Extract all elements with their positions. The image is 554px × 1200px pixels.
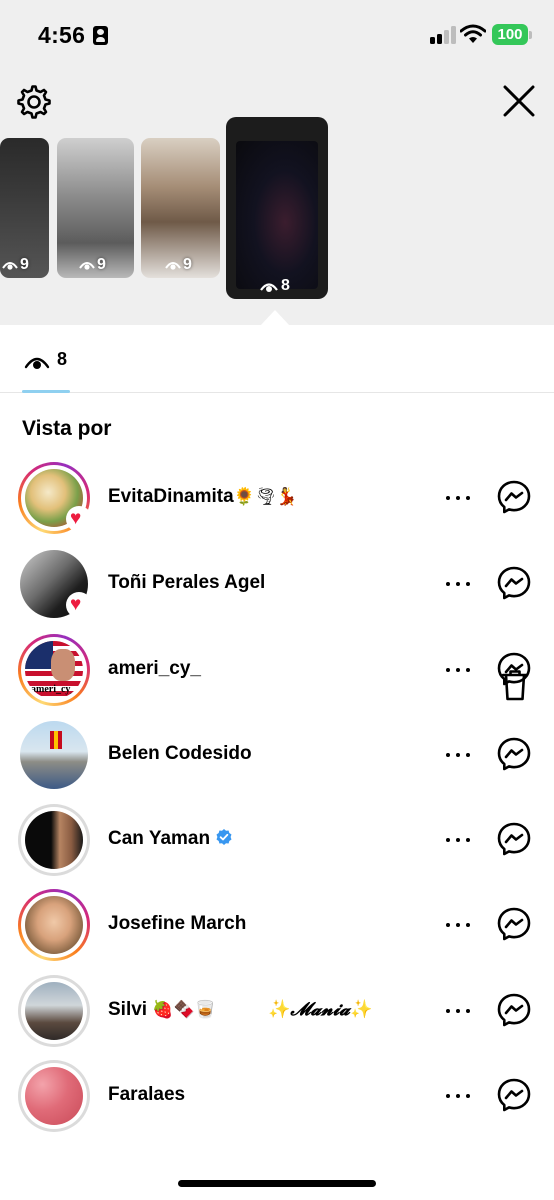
viewer-row[interactable]: Josefine March <box>0 889 554 973</box>
avatar[interactable] <box>18 1060 90 1132</box>
battery-tip <box>529 31 532 39</box>
story-thumbnail[interactable]: 9 <box>141 138 220 278</box>
viewer-row[interactable]: EvitaDinamita🌻🌪💃 <box>0 462 554 992</box>
more-options-button[interactable] <box>444 486 472 510</box>
eye-icon <box>24 357 50 369</box>
messenger-icon[interactable] <box>497 480 531 514</box>
more-options-button[interactable] <box>444 658 472 682</box>
viewer-row[interactable]: Can Yaman <box>0 804 554 888</box>
heart-icon: ♥ <box>70 508 82 529</box>
viewers-count: 8 <box>57 349 68 369</box>
name-emoji: 🍓🍫🥃 <box>152 1000 216 1020</box>
viewer-row[interactable]: Faralaes <box>0 1060 554 1144</box>
tab-viewers[interactable]: 8 <box>20 325 78 393</box>
viewer-name[interactable]: Can Yaman <box>108 828 232 850</box>
name-emoji: 🌻🌪💃 <box>233 487 298 507</box>
viewer-row[interactable]: Silvi 🍓🍫🥃 ✨𝓜𝓪𝓷𝓲𝓪✨ <box>0 975 554 1059</box>
story-insights-tabs: 8 <box>0 325 554 701</box>
more-options-button[interactable] <box>444 913 472 937</box>
more-options-button[interactable] <box>444 999 472 1023</box>
eye-icon <box>79 262 95 270</box>
viewer-name[interactable]: Silvi 🍓🍫🥃 <box>108 999 216 1021</box>
messenger-icon[interactable] <box>497 907 531 941</box>
avatar[interactable] <box>18 889 90 961</box>
story-view-count: 9 <box>165 256 192 274</box>
liked-badge: ♥ <box>66 592 92 618</box>
story-thumbnail[interactable]: 9 <box>0 138 49 278</box>
messenger-icon[interactable] <box>497 652 531 686</box>
verified-badge-icon <box>216 829 232 845</box>
messenger-icon[interactable] <box>497 822 531 856</box>
avatar[interactable]: ameri_cy_ <box>18 634 90 706</box>
eye-icon <box>2 262 18 270</box>
avatar-caption: ameri_cy_ <box>31 684 76 695</box>
avatar[interactable] <box>18 719 90 791</box>
messenger-icon[interactable] <box>497 566 531 600</box>
viewer-name[interactable]: ameri_cy_ <box>108 658 201 680</box>
messenger-icon[interactable] <box>497 993 531 1027</box>
viewer-name[interactable]: Faralaes <box>108 1084 185 1106</box>
active-tab-indicator <box>22 390 70 393</box>
messenger-icon[interactable] <box>497 737 531 771</box>
status-time: 4:56 <box>38 22 86 48</box>
story-thumbnail[interactable]: 9 <box>57 138 134 278</box>
name-decoration: ✨𝓜𝓪𝓷𝓲𝓪✨ <box>268 999 373 1020</box>
close-icon[interactable] <box>500 84 538 118</box>
avatar[interactable] <box>18 975 90 1047</box>
story-thumbnail-active[interactable]: 8 <box>226 117 328 299</box>
wifi-icon <box>460 24 486 43</box>
viewer-name[interactable]: EvitaDinamita🌻🌪💃 <box>108 486 298 508</box>
viewer-name[interactable]: Josefine March <box>108 913 246 935</box>
more-options-button[interactable] <box>444 572 472 596</box>
eye-icon <box>165 262 181 270</box>
stories-tray-area: 4:56 100 9 9 9 8 <box>0 0 554 326</box>
more-options-button[interactable] <box>444 743 472 767</box>
viewer-row[interactable]: ameri_cy_ ameri_cy_ <box>0 634 554 718</box>
liked-badge: ♥ <box>66 506 92 532</box>
viewer-name[interactable]: Toñi Perales Agel <box>108 572 265 594</box>
viewer-row[interactable]: Toñi Perales Agel <box>0 548 554 632</box>
selection-pointer <box>260 310 290 326</box>
viewer-row[interactable]: Belen Codesido <box>0 719 554 803</box>
more-options-button[interactable] <box>444 828 472 852</box>
more-options-button[interactable] <box>444 1084 472 1108</box>
heart-icon: ♥ <box>70 594 82 615</box>
cellular-signal-icon <box>430 26 456 44</box>
story-view-count: 8 <box>260 277 290 295</box>
status-bar: 4:56 100 <box>0 0 554 70</box>
messenger-icon[interactable] <box>497 1078 531 1112</box>
battery-level: 100 <box>492 24 528 45</box>
section-title: Vista por <box>22 417 112 440</box>
viewer-name[interactable]: Belen Codesido <box>108 743 252 765</box>
home-indicator[interactable] <box>178 1180 376 1187</box>
story-view-count: 9 <box>79 256 106 274</box>
contact-card-icon <box>93 26 108 45</box>
eye-icon <box>260 282 278 292</box>
story-view-count: 9 <box>2 256 29 274</box>
avatar[interactable] <box>18 804 90 876</box>
gear-icon[interactable] <box>16 84 52 120</box>
story-preview <box>236 141 318 289</box>
